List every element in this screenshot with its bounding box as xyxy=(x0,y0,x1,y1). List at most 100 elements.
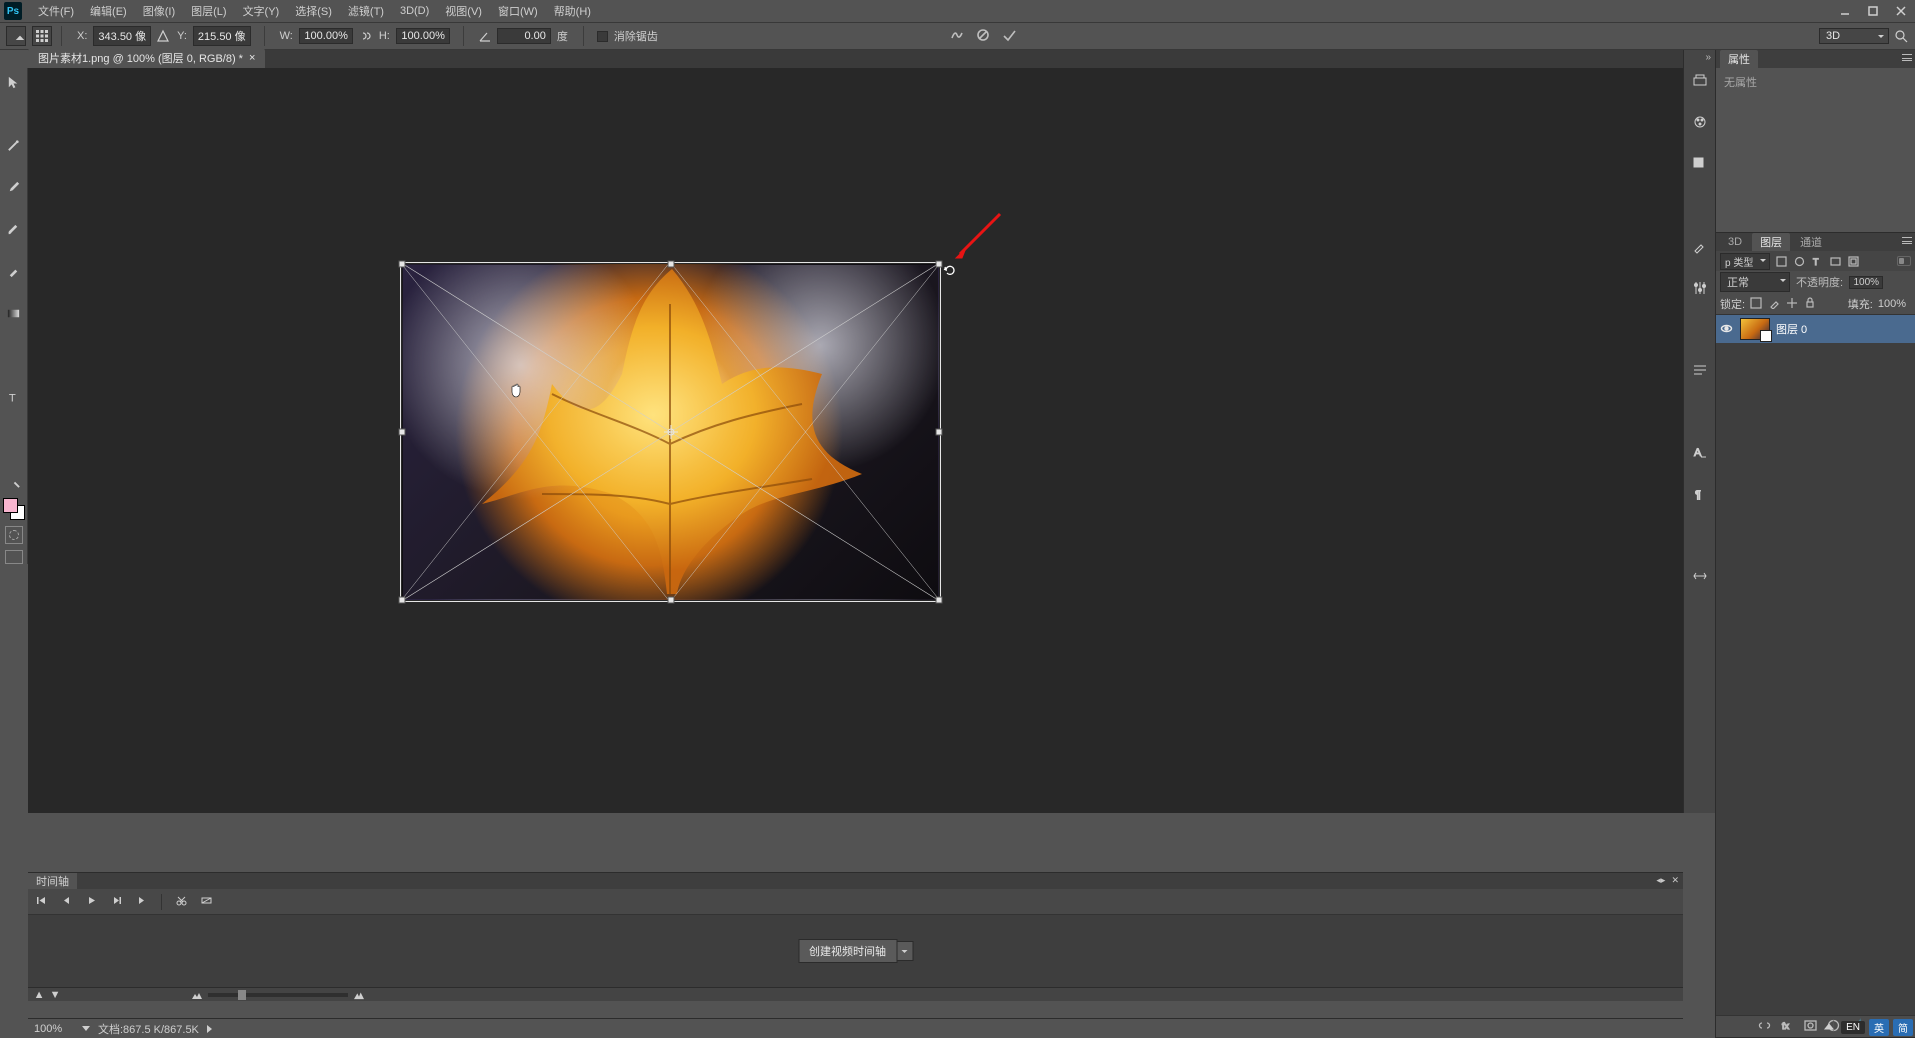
filter-pixel-icon[interactable] xyxy=(1774,254,1788,268)
layer-mask-icon[interactable] xyxy=(1804,1019,1817,1035)
goto-first-frame-icon[interactable] xyxy=(36,895,47,909)
workspace-switcher[interactable]: 3D xyxy=(1819,28,1889,44)
prev-frame-icon[interactable] xyxy=(61,895,72,909)
lock-pixels-icon[interactable] xyxy=(1768,297,1781,310)
layer-name[interactable]: 图层 0 xyxy=(1776,321,1807,337)
blur-tool[interactable] xyxy=(2,324,26,345)
warp-mode-icon[interactable] xyxy=(950,28,964,45)
color-panel-icon[interactable] xyxy=(1690,112,1710,132)
menu-file[interactable]: 文件(F) xyxy=(30,0,82,22)
menu-help[interactable]: 帮助(H) xyxy=(546,0,599,22)
transform-handle-tr[interactable] xyxy=(936,261,943,268)
window-maximize-button[interactable] xyxy=(1859,0,1887,22)
cancel-transform-icon[interactable] xyxy=(976,28,990,45)
lock-all-icon[interactable] xyxy=(1804,297,1817,310)
screen-mode-toggle[interactable] xyxy=(5,550,23,564)
lock-position-icon[interactable] xyxy=(1786,297,1799,310)
document-tab[interactable]: 图片素材1.png @ 100% (图层 0, RGB/8) * × xyxy=(28,48,265,68)
menu-select[interactable]: 选择(S) xyxy=(287,0,340,22)
navigator-panel-icon[interactable] xyxy=(1690,566,1710,586)
link-layers-icon[interactable] xyxy=(1758,1019,1771,1035)
path-select-tool[interactable] xyxy=(2,408,26,429)
search-icon[interactable] xyxy=(1893,28,1909,44)
tab-layers[interactable]: 图层 xyxy=(1752,233,1790,251)
lock-transparency-icon[interactable] xyxy=(1750,297,1763,310)
pen-tool[interactable] xyxy=(2,366,26,387)
split-clip-icon[interactable] xyxy=(176,895,187,909)
layer-filter-kind[interactable]: p 类型 xyxy=(1720,253,1770,270)
transform-handle-mr[interactable] xyxy=(936,429,943,436)
goto-last-frame-icon[interactable] xyxy=(136,895,147,909)
commit-transform-icon[interactable] xyxy=(1002,28,1016,45)
canvas-area[interactable] xyxy=(28,68,1683,813)
history-brush-tool[interactable] xyxy=(2,261,26,282)
swatches-panel-icon[interactable] xyxy=(1690,154,1710,174)
transform-center-icon[interactable] xyxy=(664,425,678,439)
menu-view[interactable]: 视图(V) xyxy=(437,0,490,22)
delta-icon[interactable] xyxy=(155,28,171,44)
layers-flyout-icon[interactable] xyxy=(1902,237,1912,245)
angle-field[interactable]: 0.00 xyxy=(497,28,551,44)
transform-handle-tm[interactable] xyxy=(667,261,674,268)
crop-tool[interactable] xyxy=(2,156,26,177)
gradient-tool[interactable] xyxy=(2,303,26,324)
move-tool[interactable] xyxy=(2,72,26,93)
lasso-tool[interactable] xyxy=(2,114,26,135)
transition-icon[interactable] xyxy=(201,895,212,909)
doc-info[interactable]: 文档:867.5 K/867.5K xyxy=(98,1021,199,1037)
y-field[interactable]: 215.50 像 xyxy=(193,26,251,46)
panel-flyout-icon[interactable] xyxy=(1902,54,1912,62)
character-panel-icon[interactable]: A xyxy=(1690,442,1710,462)
filter-shape-icon[interactable] xyxy=(1828,254,1842,268)
paragraph-panel-icon[interactable] xyxy=(1690,360,1710,380)
layer-fx-icon[interactable]: fx xyxy=(1781,1019,1794,1035)
opacity-field[interactable]: 100% xyxy=(1849,276,1883,289)
brush-tool[interactable] xyxy=(2,219,26,240)
zoom-tool[interactable] xyxy=(2,471,26,492)
filter-type-icon[interactable]: T xyxy=(1810,254,1824,268)
rect-marquee-tool[interactable] xyxy=(2,93,26,114)
create-video-timeline-button[interactable]: 创建视频时间轴 xyxy=(798,939,897,963)
reference-point-grid[interactable] xyxy=(32,26,52,46)
timeline-zoom-slider[interactable] xyxy=(208,993,348,997)
foreground-color[interactable] xyxy=(3,498,18,513)
free-transform-box[interactable] xyxy=(402,264,939,600)
filter-adjust-icon[interactable] xyxy=(1792,254,1806,268)
spot-heal-tool[interactable] xyxy=(2,198,26,219)
color-swatch[interactable] xyxy=(3,498,25,520)
window-close-button[interactable] xyxy=(1887,0,1915,22)
properties-tab[interactable]: 属性 xyxy=(1720,50,1758,68)
timeline-tab[interactable]: 时间轴 xyxy=(28,873,77,889)
type-tool[interactable]: T xyxy=(2,387,26,408)
zoom-mountain-large-icon[interactable] xyxy=(354,990,364,1000)
tool-preset-picker[interactable] xyxy=(6,26,26,46)
layer-visibility-icon[interactable] xyxy=(1720,322,1734,336)
ime-mode-1[interactable]: 英 xyxy=(1869,1019,1889,1036)
link-wh-icon[interactable] xyxy=(357,28,373,44)
transform-handle-ml[interactable] xyxy=(399,429,406,436)
brush-settings-panel-icon[interactable] xyxy=(1690,236,1710,256)
menu-image[interactable]: 图像(I) xyxy=(135,0,183,22)
history-panel-icon[interactable] xyxy=(1690,70,1710,90)
paragraph-styles-icon[interactable]: ¶ xyxy=(1690,484,1710,504)
menu-3d[interactable]: 3D(D) xyxy=(392,2,437,20)
transform-handle-br[interactable] xyxy=(936,597,943,604)
transform-handle-bl[interactable] xyxy=(399,597,406,604)
zoom-mountain-small-icon[interactable] xyxy=(192,990,202,1000)
timeline-track-area[interactable]: 创建视频时间轴 xyxy=(28,915,1683,987)
eraser-tool[interactable] xyxy=(2,282,26,303)
timeline-zoom-out-icon[interactable]: ▲ xyxy=(34,990,44,1000)
zoom-field[interactable]: 100% xyxy=(34,1023,74,1035)
transform-handle-tl[interactable] xyxy=(399,261,406,268)
create-timeline-dropdown[interactable] xyxy=(897,941,913,961)
ime-mode-2[interactable]: 简 xyxy=(1893,1019,1913,1036)
filter-switch[interactable] xyxy=(1897,256,1911,266)
eyedropper-tool[interactable] xyxy=(2,177,26,198)
menu-filter[interactable]: 滤镜(T) xyxy=(340,0,392,22)
zoom-menu-icon[interactable] xyxy=(82,1026,90,1031)
window-minimize-button[interactable] xyxy=(1831,0,1859,22)
h-field[interactable]: 100.00% xyxy=(396,28,450,44)
layer-list[interactable]: 图层 0 xyxy=(1716,315,1915,1015)
menu-edit[interactable]: 编辑(E) xyxy=(82,0,135,22)
timeline-zoom-out2-icon[interactable]: ▼ xyxy=(50,990,60,1000)
